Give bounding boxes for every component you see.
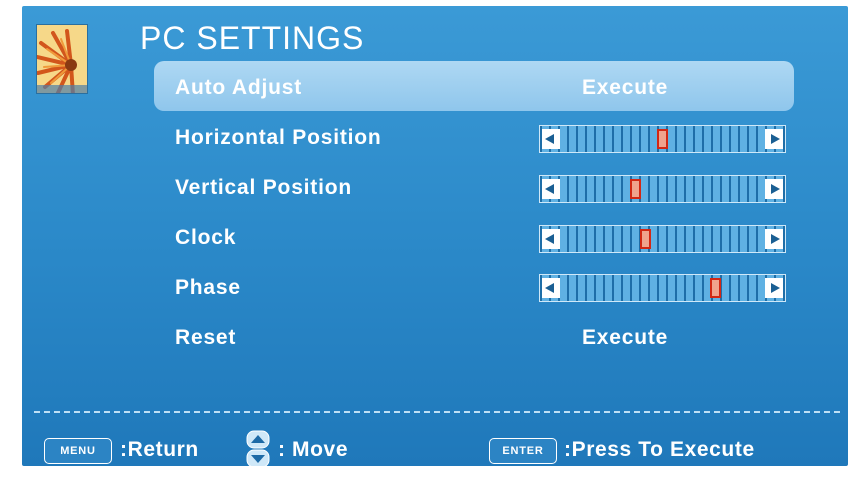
page-title: PC SETTINGS [140, 20, 365, 56]
left-arrow-icon[interactable] [542, 278, 560, 298]
execute-hint: :Press To Execute [564, 438, 755, 461]
horizontal-position-label[interactable]: Horizontal Position [175, 126, 382, 150]
left-arrow-icon[interactable] [542, 229, 560, 249]
auto-adjust-execute[interactable]: Execute [582, 76, 668, 100]
footer-divider [34, 411, 840, 413]
slider-thumb[interactable] [710, 278, 722, 298]
move-hint: : Move [278, 438, 349, 461]
flower-picture-icon [36, 24, 88, 94]
horizontal-position-slider[interactable] [539, 125, 786, 153]
clock-slider[interactable] [539, 225, 786, 253]
right-arrow-icon[interactable] [765, 179, 783, 199]
reset-execute[interactable]: Execute [582, 326, 668, 350]
phase-label[interactable]: Phase [175, 276, 241, 300]
auto-adjust-label[interactable]: Auto Adjust [175, 76, 302, 100]
right-arrow-icon[interactable] [765, 229, 783, 249]
enter-key[interactable]: ENTER [489, 438, 557, 464]
return-hint: :Return [120, 438, 199, 461]
slider-thumb[interactable] [639, 229, 651, 249]
right-arrow-icon[interactable] [765, 129, 783, 149]
up-down-arrows-icon [246, 430, 270, 466]
slider-thumb[interactable] [630, 179, 642, 199]
left-arrow-icon[interactable] [542, 129, 560, 149]
left-arrow-icon[interactable] [542, 179, 560, 199]
phase-slider[interactable] [539, 274, 786, 302]
vertical-position-label[interactable]: Vertical Position [175, 176, 352, 200]
clock-label[interactable]: Clock [175, 226, 236, 250]
right-arrow-icon[interactable] [765, 278, 783, 298]
reset-label[interactable]: Reset [175, 326, 236, 350]
slider-thumb[interactable] [657, 129, 668, 149]
vertical-position-slider[interactable] [539, 175, 786, 203]
menu-key[interactable]: MENU [44, 438, 112, 464]
pc-settings-osd: PC SETTINGS Auto Adjust Execute Horizont… [22, 6, 848, 466]
